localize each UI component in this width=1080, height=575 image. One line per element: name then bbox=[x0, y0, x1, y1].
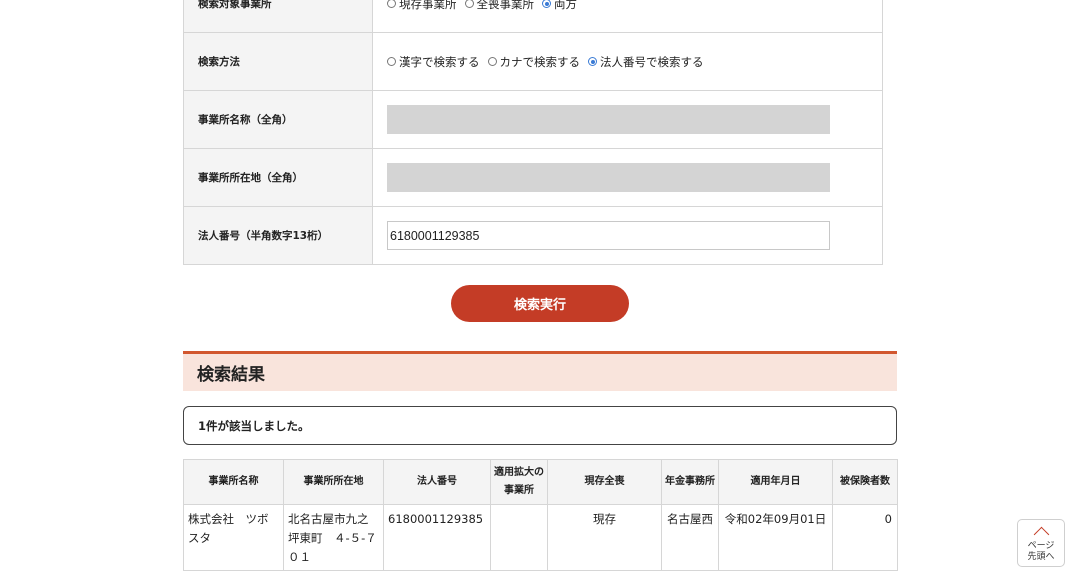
radio-circle[interactable] bbox=[487, 57, 497, 66]
cell-applied-date: 令和02年09月01日 bbox=[718, 504, 833, 571]
form-row-method: 検索方法 漢字で検索する カナで検索する 法人番号で検索する bbox=[183, 32, 883, 91]
radio-circle[interactable] bbox=[464, 0, 474, 8]
form-row-office-name: 事業所名称（全角） bbox=[183, 90, 883, 149]
col-corporate-number: 法人番号 bbox=[383, 459, 491, 505]
col-insured-count: 被保険者数 bbox=[832, 459, 898, 505]
col-applied-date: 適用年月日 bbox=[718, 459, 833, 505]
search-execute-button[interactable]: 検索実行 bbox=[451, 285, 629, 322]
cell-corporate-number: 6180001129385 bbox=[383, 504, 491, 571]
results-table: 事業所名称 事業所所在地 法人番号 適用拡大の事業所 現存全喪 年金事務所 適用… bbox=[183, 459, 898, 571]
radio-circle[interactable] bbox=[387, 57, 396, 66]
result-count-box: 1件が該当しました。 bbox=[183, 406, 897, 445]
radio-method-corporate-number[interactable]: 法人番号で検索する bbox=[588, 54, 704, 70]
office-name-input[interactable] bbox=[387, 105, 830, 134]
corporate-number-label: 法人番号（半角数字13桁） bbox=[183, 206, 373, 265]
office-address-input[interactable] bbox=[387, 163, 830, 192]
form-row-office-address: 事業所所在地（全角） bbox=[183, 148, 883, 207]
radio-circle[interactable] bbox=[588, 57, 597, 66]
corporate-number-input[interactable] bbox=[387, 221, 830, 250]
col-office-address: 事業所所在地 bbox=[283, 459, 384, 505]
table-row: 株式会社 ツボスタ 北名古屋市九之坪東町 ４-５-７０１ 61800011293… bbox=[183, 504, 898, 571]
radio-circle[interactable] bbox=[387, 0, 396, 8]
cell-office-address: 北名古屋市九之坪東町 ４-５-７０１ bbox=[283, 504, 384, 571]
col-pension-office: 年金事務所 bbox=[661, 459, 719, 505]
page-top-button[interactable]: ページ 先頭へ bbox=[1017, 519, 1065, 567]
radio-target-both[interactable]: 両方 bbox=[542, 0, 577, 12]
radio-target-existing[interactable]: 現存事業所 bbox=[387, 0, 457, 12]
cell-insured-count: 0 bbox=[832, 504, 898, 571]
results-heading: 検索結果 bbox=[183, 351, 897, 391]
result-count-text: 1件が該当しました。 bbox=[198, 418, 310, 433]
form-row-corporate-number: 法人番号（半角数字13桁） bbox=[183, 206, 883, 265]
cell-pension-office: 名古屋西 bbox=[661, 504, 719, 571]
cell-expansion bbox=[490, 504, 548, 571]
form-row-target: 検索対象事業所 現存事業所 全喪事業所 両方 bbox=[183, 0, 883, 33]
radio-target-closed[interactable]: 全喪事業所 bbox=[464, 0, 534, 12]
office-address-label: 事業所所在地（全角） bbox=[183, 148, 373, 207]
target-radio-group: 現存事業所 全喪事業所 両方 bbox=[387, 0, 882, 12]
office-name-label: 事業所名称（全角） bbox=[183, 90, 373, 149]
cell-office-name: 株式会社 ツボスタ bbox=[183, 504, 284, 571]
col-status: 現存全喪 bbox=[547, 459, 662, 505]
col-office-name: 事業所名称 bbox=[183, 459, 284, 505]
radio-method-kana[interactable]: カナで検索する bbox=[487, 54, 580, 70]
search-form-table: 検索対象事業所 現存事業所 全喪事業所 両方 検索方法 漢字で検索する カナで検… bbox=[183, 0, 883, 265]
radio-circle[interactable] bbox=[542, 0, 551, 8]
radio-method-kanji[interactable]: 漢字で検索する bbox=[387, 54, 480, 70]
chevron-up-icon bbox=[1033, 526, 1049, 543]
method-label: 検索方法 bbox=[183, 32, 373, 91]
results-header-row: 事業所名称 事業所所在地 法人番号 適用拡大の事業所 現存全喪 年金事務所 適用… bbox=[183, 459, 898, 505]
cell-status: 現存 bbox=[547, 504, 662, 571]
col-expansion: 適用拡大の事業所 bbox=[490, 459, 548, 505]
target-label: 検索対象事業所 bbox=[183, 0, 373, 33]
page-top-label-line2: 先頭へ bbox=[1027, 552, 1055, 562]
method-radio-group: 漢字で検索する カナで検索する 法人番号で検索する bbox=[387, 54, 882, 70]
